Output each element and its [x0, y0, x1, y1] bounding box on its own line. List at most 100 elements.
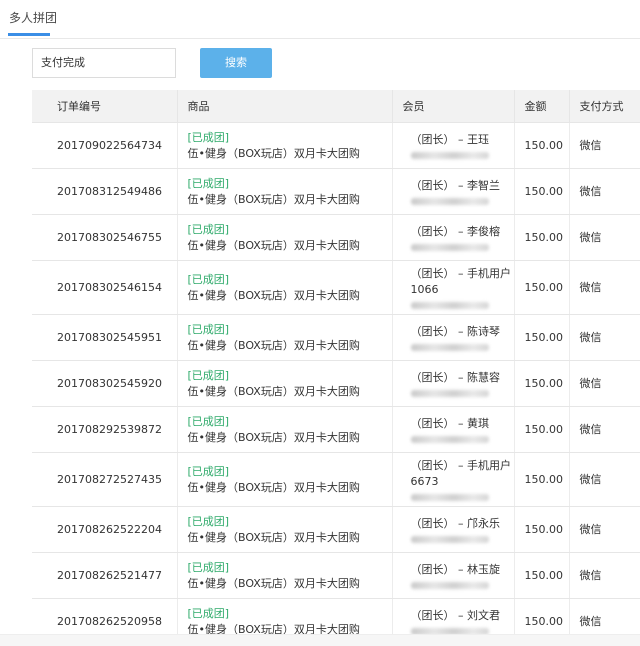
pay-method: 微信: [569, 506, 640, 553]
group-status-tag: [已成团]: [187, 514, 230, 528]
order-number: 201708302546154: [32, 260, 178, 315]
table-row[interactable]: 201708262522204 [已成团] 伍•健身（BOX玩店）双月卡大团购 （团长…: [32, 506, 640, 553]
order-number: 201708262521477: [32, 552, 178, 599]
member-cell: （团长） – 邝永乐: [392, 506, 515, 553]
group-status-tag: [已成团]: [187, 130, 230, 144]
order-number: 201709022564734: [32, 122, 178, 169]
product-cell: [已成团] 伍•健身（BOX玩店）双月卡大团购: [177, 452, 393, 507]
table-row[interactable]: 201708302545920 [已成团] 伍•健身（BOX玩店）双月卡大团购 （团长…: [32, 360, 640, 407]
table-row[interactable]: 201708312549486 [已成团] 伍•健身（BOX玩店）双月卡大团购 （团长…: [32, 168, 640, 215]
table-row[interactable]: 201708302545951 [已成团] 伍•健身（BOX玩店）双月卡大团购 （团长…: [32, 314, 640, 361]
group-status-tag: [已成团]: [187, 322, 230, 336]
group-status-tag: [已成团]: [187, 176, 230, 190]
member-name: （团长） – 陈慧容: [410, 371, 501, 384]
amount: 150.00: [514, 360, 570, 407]
member-cell: （团长） – 李智兰: [392, 168, 515, 215]
group-status-tag: [已成团]: [187, 560, 230, 574]
blurred-phone: [410, 152, 489, 159]
member-cell: （团长） – 手机用户6673: [392, 452, 515, 507]
table-row[interactable]: 201708262521477 [已成团] 伍•健身（BOX玩店）双月卡大团购 （团长…: [32, 552, 640, 599]
order-number: 201708302546755: [32, 214, 178, 261]
pay-method: 微信: [569, 214, 640, 261]
product-cell: [已成团] 伍•健身（BOX玩店）双月卡大团购: [177, 260, 393, 315]
blurred-phone: [410, 244, 489, 251]
amount: 150.00: [514, 314, 570, 361]
amount: 150.00: [514, 406, 570, 453]
table-row[interactable]: 201709022564734 [已成团] 伍•健身（BOX玩店）双月卡大团购 （团长…: [32, 122, 640, 169]
orders-table: 订单编号 商品 会员 金额 支付方式 201709022564734 [已成团] 伍…: [32, 90, 640, 645]
product-name: 伍•健身（BOX玩店）双月卡大团购: [187, 530, 360, 544]
member-cell: （团长） – 手机用户1066: [392, 260, 515, 315]
header-member: 会员: [392, 90, 515, 123]
product-name: 伍•健身（BOX玩店）双月卡大团购: [187, 480, 360, 494]
tab-group-buy[interactable]: 多人拼团: [8, 9, 58, 26]
blurred-phone: [410, 582, 489, 589]
member-name: （团长） – 林玉旋: [410, 563, 501, 576]
amount: 150.00: [514, 214, 570, 261]
group-status-tag: [已成团]: [187, 368, 230, 382]
blurred-phone: [410, 494, 489, 501]
product-cell: [已成团] 伍•健身（BOX玩店）双月卡大团购: [177, 406, 393, 453]
amount: 150.00: [514, 552, 570, 599]
header-product: 商品: [177, 90, 393, 123]
member-cell: （团长） – 陈诗琴: [392, 314, 515, 361]
order-number: 201708292539872: [32, 406, 178, 453]
blurred-phone: [410, 302, 489, 309]
header-pay-method: 支付方式: [569, 90, 640, 123]
product-name: 伍•健身（BOX玩店）双月卡大团购: [187, 146, 360, 160]
pay-method: 微信: [569, 168, 640, 215]
table-row[interactable]: 201708302546154 [已成团] 伍•健身（BOX玩店）双月卡大团购 （团长…: [32, 260, 640, 315]
tab-bar: 多人拼团: [0, 0, 640, 39]
amount: 150.00: [514, 452, 570, 507]
blurred-phone: [410, 536, 489, 543]
member-name: （团长） – 手机用户6673: [410, 459, 512, 488]
product-name: 伍•健身（BOX玩店）双月卡大团购: [187, 384, 360, 398]
amount: 150.00: [514, 168, 570, 215]
horizontal-scrollbar[interactable]: [0, 634, 640, 646]
member-cell: （团长） – 陈慧容: [392, 360, 515, 407]
blurred-phone: [410, 436, 489, 443]
product-cell: [已成团] 伍•健身（BOX玩店）双月卡大团购: [177, 314, 393, 361]
amount: 150.00: [514, 506, 570, 553]
order-number: 201708302545920: [32, 360, 178, 407]
table-row[interactable]: 201708302546755 [已成团] 伍•健身（BOX玩店）双月卡大团购 （团长…: [32, 214, 640, 261]
member-name: （团长） – 陈诗琴: [410, 325, 501, 338]
pay-method: 微信: [569, 314, 640, 361]
order-number: 201708262522204: [32, 506, 178, 553]
product-name: 伍•健身（BOX玩店）双月卡大团购: [187, 288, 360, 302]
member-cell: （团长） – 黄琪: [392, 406, 515, 453]
product-name: 伍•健身（BOX玩店）双月卡大团购: [187, 576, 360, 590]
member-name: （团长） – 王珏: [410, 133, 490, 146]
product-name: 伍•健身（BOX玩店）双月卡大团购: [187, 430, 360, 444]
blurred-phone: [410, 390, 489, 397]
pay-method: 微信: [569, 452, 640, 507]
product-name: 伍•健身（BOX玩店）双月卡大团购: [187, 338, 360, 352]
search-button[interactable]: 搜索: [200, 48, 272, 78]
table-row[interactable]: 201708292539872 [已成团] 伍•健身（BOX玩店）双月卡大团购 （团长…: [32, 406, 640, 453]
blurred-phone: [410, 344, 489, 351]
header-order-no: 订单编号: [32, 90, 178, 123]
member-name: （团长） – 李智兰: [410, 179, 501, 192]
member-name: （团长） – 邝永乐: [410, 517, 501, 530]
order-number: 201708272527435: [32, 452, 178, 507]
filter-bar: 支付完成 搜索: [0, 48, 640, 82]
member-cell: （团长） – 王珏: [392, 122, 515, 169]
group-status-tag: [已成团]: [187, 464, 230, 478]
table-row[interactable]: 201708272527435 [已成团] 伍•健身（BOX玩店）双月卡大团购 （团长…: [32, 452, 640, 507]
order-number: 201708302545951: [32, 314, 178, 361]
group-status-tag: [已成团]: [187, 222, 230, 236]
status-select[interactable]: 支付完成: [32, 48, 176, 78]
group-status-tag: [已成团]: [187, 606, 230, 620]
member-name: （团长） – 刘文君: [410, 609, 501, 622]
product-name: 伍•健身（BOX玩店）双月卡大团购: [187, 192, 360, 206]
product-cell: [已成团] 伍•健身（BOX玩店）双月卡大团购: [177, 214, 393, 261]
table-header-row: 订单编号 商品 会员 金额 支付方式: [32, 90, 640, 123]
product-cell: [已成团] 伍•健身（BOX玩店）双月卡大团购: [177, 506, 393, 553]
pay-method: 微信: [569, 406, 640, 453]
pay-method: 微信: [569, 122, 640, 169]
pay-method: 微信: [569, 260, 640, 315]
group-status-tag: [已成团]: [187, 272, 230, 286]
product-name: 伍•健身（BOX玩店）双月卡大团购: [187, 238, 360, 252]
order-number: 201708312549486: [32, 168, 178, 215]
product-cell: [已成团] 伍•健身（BOX玩店）双月卡大团购: [177, 552, 393, 599]
